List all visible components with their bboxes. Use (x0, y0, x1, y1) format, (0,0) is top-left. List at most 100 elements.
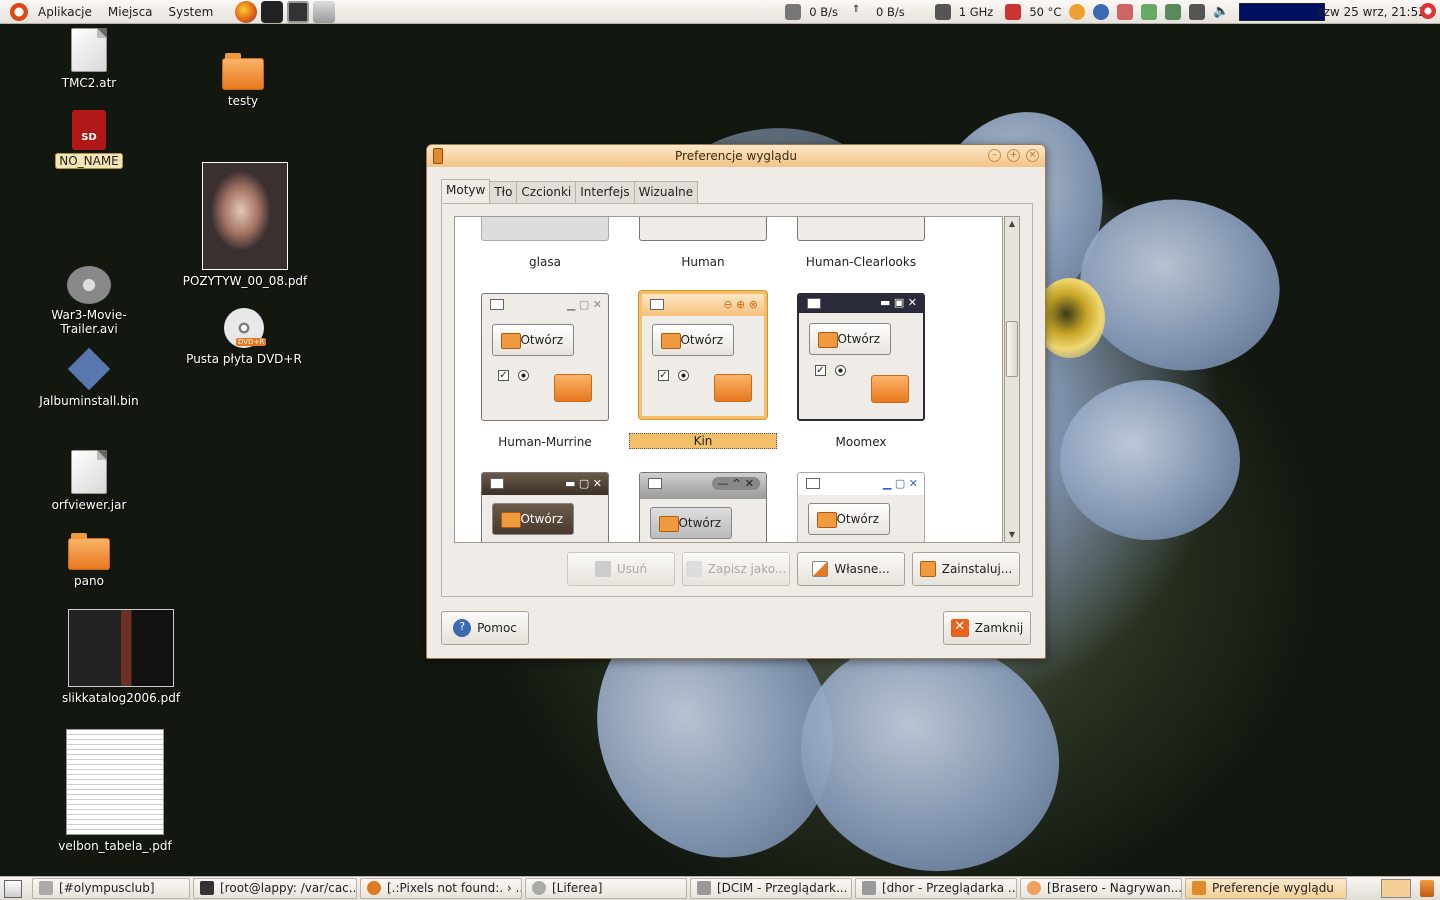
taskbar-item[interactable]: [root@lappy: /var/cac... (193, 878, 357, 899)
workspace-switcher[interactable] (1381, 879, 1411, 898)
close-button[interactable]: ✕ Zamknij (943, 611, 1031, 645)
theme-item-kin[interactable]: ⊖ ⊕ ⊗ Otwórz ✓ Kin (629, 291, 777, 449)
preview-radio (835, 365, 846, 376)
close-x-icon: ✕ (950, 619, 969, 637)
window-titlebar[interactable]: Preferencje wyglądu – + × (427, 145, 1045, 167)
scrollbar-thumb[interactable] (1006, 321, 1018, 377)
close-icon[interactable]: × (1026, 149, 1039, 162)
taskbar-item-active[interactable]: Preferencje wyglądu (1185, 878, 1347, 899)
window-title: Preferencje wyglądu (675, 149, 797, 163)
pdf-thumbnail-icon (68, 609, 174, 687)
preview-open-button: Otwórz (650, 507, 732, 539)
tab-theme[interactable]: Motyw (441, 179, 491, 203)
desktop-icon-label: NO_NAME (55, 153, 123, 169)
desktop-icon-tmc2[interactable]: TMC2.atr (46, 28, 132, 90)
preview-open-button: Otwórz (492, 324, 574, 356)
desktop-icon-no-name[interactable]: SD NO_NAME (46, 110, 132, 169)
remote-desktop-launcher-icon[interactable] (313, 0, 336, 23)
theme-icon-view[interactable]: glasa Human Human-Clearlooks ▁ ▢ ✕ Otwór… (454, 216, 1003, 543)
taskbar-item[interactable]: [Brasero - Nagrywan... (1020, 878, 1182, 899)
firefox-launcher-icon[interactable] (235, 0, 258, 23)
tab-interface[interactable]: Interfejs (575, 181, 635, 205)
preview-titlebar: ▁ ▢ ✕ (482, 294, 608, 316)
taskbar-item-label: [DCIM - Przeglądark... (717, 881, 848, 895)
tab-visual-effects[interactable]: Wizualne (633, 181, 699, 205)
scroll-down-arrow-icon[interactable]: ▼ (1005, 528, 1019, 542)
taskbar-item[interactable]: [DCIM - Przeglądark... (690, 878, 852, 899)
pdf-thumbnail-icon (202, 162, 288, 270)
taskbar-item[interactable]: [Liferea] (525, 878, 687, 899)
tab-background[interactable]: Tło (489, 181, 518, 205)
remove-theme-button[interactable]: Usuń (567, 552, 675, 586)
theme-preview: ▬ ▣ ✕ Otwórz ✓ (797, 293, 925, 421)
theme-item-human-clearlooks[interactable]: Human-Clearlooks (791, 217, 931, 269)
terminal-launcher-icon[interactable] (287, 0, 310, 23)
display-icon[interactable] (1189, 3, 1206, 20)
desktop-icon-dvd[interactable]: DVD+R Pusta płyta DVD+R (182, 308, 306, 366)
theme-item-row3-3[interactable]: ▁ ▢ ✕ Otwórz (791, 472, 931, 542)
install-button[interactable]: Zainstaluj... (912, 552, 1020, 586)
taskbar-item-label: Preferencje wyglądu (1212, 881, 1334, 895)
notes-icon[interactable] (1117, 3, 1134, 20)
menu-system[interactable]: System (161, 0, 222, 24)
text-file-icon (71, 28, 107, 72)
preview-titlebar: ▁ ▢ ✕ (798, 473, 924, 495)
preview-open-button: Otwórz (652, 324, 734, 356)
desktop-icon-testy[interactable]: testy (200, 52, 286, 108)
desktop-icon-label: orfviewer.jar (51, 498, 127, 512)
install-label: Zainstaluj... (941, 562, 1013, 576)
theme-item-row3-2[interactable]: — ^ ✕ Otwórz (633, 472, 773, 542)
customize-button[interactable]: Własne... (797, 552, 905, 586)
desktop-icon-pozytyw[interactable]: POZYTYW_00_08.pdf (180, 162, 310, 288)
ubuntu-logo-icon[interactable] (10, 2, 28, 21)
cpu-graph-icon (1239, 2, 1326, 21)
theme-item-moomex[interactable]: ▬ ▣ ✕ Otwórz ✓ Moomex (791, 293, 931, 449)
theme-preview (797, 217, 925, 241)
desktop-icon-slik[interactable]: slikkatalog2006.pdf (56, 609, 186, 705)
theme-item-human[interactable]: Human (633, 217, 773, 269)
desktop-icon-war3[interactable]: War3-Movie-Trailer.avi (24, 266, 154, 336)
trash-icon[interactable] (1420, 880, 1434, 897)
liferea-icon (532, 881, 546, 895)
theme-preview: — ^ ✕ Otwórz (639, 472, 767, 542)
theme-preview: ▁ ▢ ✕ Otwórz (797, 472, 925, 542)
remove-theme-label: Usuń (616, 562, 648, 576)
scroll-up-arrow-icon[interactable]: ▲ (1005, 217, 1019, 231)
theme-item-glasa[interactable]: glasa (475, 217, 615, 269)
help-button[interactable]: ? Pomoc (441, 611, 529, 645)
theme-item-row3-1[interactable]: ▬ ▢ ✕ Otwórz (475, 472, 615, 542)
taskbar-item[interactable]: [#olympusclub] (32, 878, 190, 899)
theme-list-scrollbar[interactable]: ▲ ▼ (1004, 216, 1020, 543)
theme-name: Kin (629, 433, 777, 449)
shutdown-icon[interactable] (1420, 3, 1436, 19)
pidgin-launcher-icon[interactable] (261, 0, 284, 23)
show-desktop-icon[interactable] (4, 879, 22, 898)
network-manager-icon[interactable] (1165, 3, 1182, 20)
speaker-icon[interactable]: 🔈 (1213, 4, 1229, 20)
menu-places[interactable]: Miejsca (100, 0, 161, 24)
update-icon[interactable] (1069, 3, 1086, 20)
maximize-icon[interactable]: + (1007, 149, 1020, 162)
volume-control-icon[interactable] (1093, 3, 1110, 20)
power-manager-icon[interactable] (1141, 3, 1158, 20)
taskbar-item[interactable]: [.:Pixels not found:. › ... (360, 878, 522, 899)
menu-applications[interactable]: Aplikacje (30, 0, 100, 24)
tab-fonts[interactable]: Czcionki (516, 181, 577, 205)
desktop-icon-velbon[interactable]: velbon_tabela_.pdf (50, 729, 180, 853)
theme-item-human-murrine[interactable]: ▁ ▢ ✕ Otwórz ✓ Human-Murrine (475, 293, 615, 449)
minimize-icon[interactable]: – (988, 149, 1001, 162)
desktop-icon-jalbum[interactable]: Jalbuminstall.bin (30, 347, 148, 408)
taskbar-item-label: [Liferea] (552, 881, 603, 895)
desktop-icon-orfviewer[interactable]: orfviewer.jar (46, 450, 132, 512)
preview-folder-icon (714, 374, 752, 402)
save-as-button[interactable]: Zapisz jako... (682, 552, 790, 586)
clock[interactable]: czw 25 wrz, 21:52 (1317, 5, 1426, 19)
cpu-freq-value: 1 GHz (958, 4, 994, 19)
preview-open-button: Otwórz (808, 503, 890, 535)
taskbar-item[interactable]: [dhor - Przeglądarka ... (855, 878, 1017, 899)
terminal-icon (200, 881, 214, 895)
preview-titlebar: — ^ ✕ (640, 473, 766, 499)
desktop-icon-pano[interactable]: pano (46, 532, 132, 588)
net-down-value: 0 B/s (809, 4, 838, 19)
window-app-icon[interactable] (433, 148, 443, 164)
